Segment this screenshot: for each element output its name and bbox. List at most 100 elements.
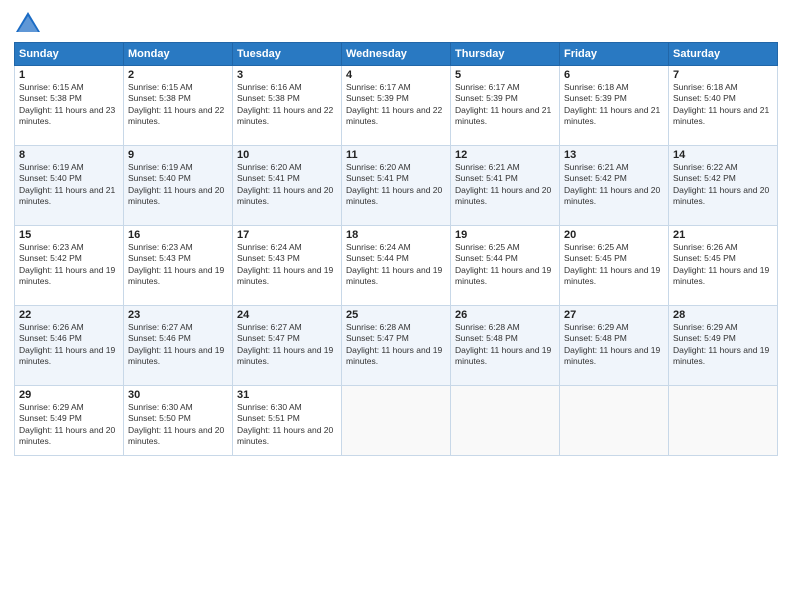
calendar-cell: 18 Sunrise: 6:24 AM Sunset: 5:44 PM Dayl…: [342, 226, 451, 306]
day-info: Sunrise: 6:21 AM Sunset: 5:41 PM Dayligh…: [455, 162, 555, 208]
logo: [14, 10, 46, 38]
day-info: Sunrise: 6:23 AM Sunset: 5:42 PM Dayligh…: [19, 242, 119, 288]
day-info: Sunrise: 6:17 AM Sunset: 5:39 PM Dayligh…: [455, 82, 555, 128]
calendar-week-3: 15 Sunrise: 6:23 AM Sunset: 5:42 PM Dayl…: [15, 226, 778, 306]
calendar-cell: 7 Sunrise: 6:18 AM Sunset: 5:40 PM Dayli…: [669, 66, 778, 146]
calendar-cell: 22 Sunrise: 6:26 AM Sunset: 5:46 PM Dayl…: [15, 306, 124, 386]
calendar-cell: [669, 386, 778, 456]
header-day-tuesday: Tuesday: [233, 43, 342, 66]
day-number: 15: [19, 229, 119, 241]
calendar-cell: 17 Sunrise: 6:24 AM Sunset: 5:43 PM Dayl…: [233, 226, 342, 306]
header: [14, 10, 778, 38]
calendar-cell: 9 Sunrise: 6:19 AM Sunset: 5:40 PM Dayli…: [124, 146, 233, 226]
header-day-thursday: Thursday: [451, 43, 560, 66]
calendar-cell: 5 Sunrise: 6:17 AM Sunset: 5:39 PM Dayli…: [451, 66, 560, 146]
calendar-cell: 23 Sunrise: 6:27 AM Sunset: 5:46 PM Dayl…: [124, 306, 233, 386]
calendar-cell: 4 Sunrise: 6:17 AM Sunset: 5:39 PM Dayli…: [342, 66, 451, 146]
day-info: Sunrise: 6:16 AM Sunset: 5:38 PM Dayligh…: [237, 82, 337, 128]
day-info: Sunrise: 6:30 AM Sunset: 5:51 PM Dayligh…: [237, 402, 337, 448]
day-info: Sunrise: 6:30 AM Sunset: 5:50 PM Dayligh…: [128, 402, 228, 448]
day-info: Sunrise: 6:28 AM Sunset: 5:47 PM Dayligh…: [346, 322, 446, 368]
day-info: Sunrise: 6:25 AM Sunset: 5:45 PM Dayligh…: [564, 242, 664, 288]
header-day-monday: Monday: [124, 43, 233, 66]
day-info: Sunrise: 6:21 AM Sunset: 5:42 PM Dayligh…: [564, 162, 664, 208]
calendar-cell: 10 Sunrise: 6:20 AM Sunset: 5:41 PM Dayl…: [233, 146, 342, 226]
header-day-wednesday: Wednesday: [342, 43, 451, 66]
calendar-cell: [451, 386, 560, 456]
day-number: 30: [128, 389, 228, 401]
day-number: 3: [237, 69, 337, 81]
calendar-cell: 21 Sunrise: 6:26 AM Sunset: 5:45 PM Dayl…: [669, 226, 778, 306]
calendar-cell: 28 Sunrise: 6:29 AM Sunset: 5:49 PM Dayl…: [669, 306, 778, 386]
day-number: 8: [19, 149, 119, 161]
day-info: Sunrise: 6:17 AM Sunset: 5:39 PM Dayligh…: [346, 82, 446, 128]
day-info: Sunrise: 6:26 AM Sunset: 5:45 PM Dayligh…: [673, 242, 773, 288]
day-info: Sunrise: 6:18 AM Sunset: 5:39 PM Dayligh…: [564, 82, 664, 128]
day-number: 6: [564, 69, 664, 81]
page: SundayMondayTuesdayWednesdayThursdayFrid…: [0, 0, 792, 612]
logo-icon: [14, 10, 42, 38]
day-number: 17: [237, 229, 337, 241]
header-day-friday: Friday: [560, 43, 669, 66]
day-info: Sunrise: 6:23 AM Sunset: 5:43 PM Dayligh…: [128, 242, 228, 288]
day-info: Sunrise: 6:19 AM Sunset: 5:40 PM Dayligh…: [19, 162, 119, 208]
day-number: 9: [128, 149, 228, 161]
day-number: 2: [128, 69, 228, 81]
calendar-week-2: 8 Sunrise: 6:19 AM Sunset: 5:40 PM Dayli…: [15, 146, 778, 226]
calendar-week-4: 22 Sunrise: 6:26 AM Sunset: 5:46 PM Dayl…: [15, 306, 778, 386]
day-info: Sunrise: 6:25 AM Sunset: 5:44 PM Dayligh…: [455, 242, 555, 288]
day-info: Sunrise: 6:22 AM Sunset: 5:42 PM Dayligh…: [673, 162, 773, 208]
calendar-cell: 2 Sunrise: 6:15 AM Sunset: 5:38 PM Dayli…: [124, 66, 233, 146]
day-info: Sunrise: 6:24 AM Sunset: 5:44 PM Dayligh…: [346, 242, 446, 288]
day-info: Sunrise: 6:28 AM Sunset: 5:48 PM Dayligh…: [455, 322, 555, 368]
day-number: 11: [346, 149, 446, 161]
day-number: 27: [564, 309, 664, 321]
day-number: 28: [673, 309, 773, 321]
day-info: Sunrise: 6:15 AM Sunset: 5:38 PM Dayligh…: [128, 82, 228, 128]
calendar-cell: 24 Sunrise: 6:27 AM Sunset: 5:47 PM Dayl…: [233, 306, 342, 386]
calendar-cell: [342, 386, 451, 456]
calendar-cell: 26 Sunrise: 6:28 AM Sunset: 5:48 PM Dayl…: [451, 306, 560, 386]
day-number: 10: [237, 149, 337, 161]
header-day-sunday: Sunday: [15, 43, 124, 66]
day-number: 18: [346, 229, 446, 241]
calendar-cell: 14 Sunrise: 6:22 AM Sunset: 5:42 PM Dayl…: [669, 146, 778, 226]
day-number: 5: [455, 69, 555, 81]
calendar-cell: 16 Sunrise: 6:23 AM Sunset: 5:43 PM Dayl…: [124, 226, 233, 306]
calendar-table: SundayMondayTuesdayWednesdayThursdayFrid…: [14, 42, 778, 456]
calendar-cell: 11 Sunrise: 6:20 AM Sunset: 5:41 PM Dayl…: [342, 146, 451, 226]
day-number: 25: [346, 309, 446, 321]
calendar-week-5: 29 Sunrise: 6:29 AM Sunset: 5:49 PM Dayl…: [15, 386, 778, 456]
day-info: Sunrise: 6:20 AM Sunset: 5:41 PM Dayligh…: [346, 162, 446, 208]
day-info: Sunrise: 6:29 AM Sunset: 5:49 PM Dayligh…: [19, 402, 119, 448]
calendar-cell: 12 Sunrise: 6:21 AM Sunset: 5:41 PM Dayl…: [451, 146, 560, 226]
day-number: 22: [19, 309, 119, 321]
calendar-cell: 15 Sunrise: 6:23 AM Sunset: 5:42 PM Dayl…: [15, 226, 124, 306]
day-number: 21: [673, 229, 773, 241]
day-info: Sunrise: 6:26 AM Sunset: 5:46 PM Dayligh…: [19, 322, 119, 368]
day-info: Sunrise: 6:27 AM Sunset: 5:46 PM Dayligh…: [128, 322, 228, 368]
calendar-cell: 1 Sunrise: 6:15 AM Sunset: 5:38 PM Dayli…: [15, 66, 124, 146]
day-number: 13: [564, 149, 664, 161]
calendar-cell: 31 Sunrise: 6:30 AM Sunset: 5:51 PM Dayl…: [233, 386, 342, 456]
day-number: 31: [237, 389, 337, 401]
calendar-cell: 13 Sunrise: 6:21 AM Sunset: 5:42 PM Dayl…: [560, 146, 669, 226]
day-number: 26: [455, 309, 555, 321]
day-number: 7: [673, 69, 773, 81]
header-day-saturday: Saturday: [669, 43, 778, 66]
day-info: Sunrise: 6:27 AM Sunset: 5:47 PM Dayligh…: [237, 322, 337, 368]
calendar-cell: 6 Sunrise: 6:18 AM Sunset: 5:39 PM Dayli…: [560, 66, 669, 146]
day-number: 4: [346, 69, 446, 81]
day-info: Sunrise: 6:24 AM Sunset: 5:43 PM Dayligh…: [237, 242, 337, 288]
day-number: 23: [128, 309, 228, 321]
calendar-cell: 19 Sunrise: 6:25 AM Sunset: 5:44 PM Dayl…: [451, 226, 560, 306]
calendar-cell: 3 Sunrise: 6:16 AM Sunset: 5:38 PM Dayli…: [233, 66, 342, 146]
day-info: Sunrise: 6:19 AM Sunset: 5:40 PM Dayligh…: [128, 162, 228, 208]
day-info: Sunrise: 6:15 AM Sunset: 5:38 PM Dayligh…: [19, 82, 119, 128]
calendar-cell: 25 Sunrise: 6:28 AM Sunset: 5:47 PM Dayl…: [342, 306, 451, 386]
day-number: 14: [673, 149, 773, 161]
day-number: 16: [128, 229, 228, 241]
calendar-header-row: SundayMondayTuesdayWednesdayThursdayFrid…: [15, 43, 778, 66]
calendar-week-1: 1 Sunrise: 6:15 AM Sunset: 5:38 PM Dayli…: [15, 66, 778, 146]
day-number: 1: [19, 69, 119, 81]
